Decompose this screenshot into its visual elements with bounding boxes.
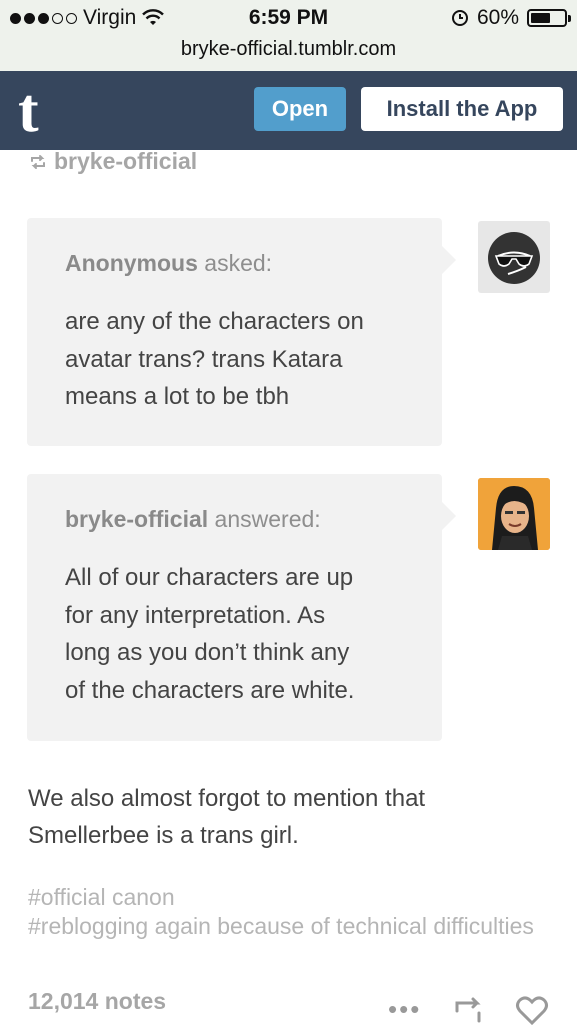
answer-line: All of our characters are up	[65, 564, 354, 591]
post-actions: •••	[388, 994, 549, 1025]
question-line: avatar trans? trans Katara	[65, 345, 343, 373]
battery-icon	[527, 9, 571, 27]
alarm-icon	[451, 10, 468, 26]
tumblr-logo-icon[interactable]: t	[18, 80, 62, 142]
asker-name: Anonymous	[65, 250, 198, 276]
install-app-button[interactable]: Install the App	[361, 87, 563, 131]
post-body-line: Smellerbee is a trans girl.	[28, 822, 299, 849]
answer-line: for any interpretation. As	[65, 601, 326, 629]
asker-verb: asked:	[204, 250, 273, 276]
post-body-line: We also almost forgot to mention that	[28, 785, 426, 812]
anonymous-avatar[interactable]	[478, 221, 550, 293]
answerer-verb: answered:	[214, 506, 321, 532]
heart-icon[interactable]	[515, 995, 549, 1025]
tumblr-header: t Open Install the App	[0, 71, 577, 150]
question-line: are any of the characters on	[65, 308, 364, 335]
status-bar: Virgin 6:59 PM 60% bryke-official.tumblr…	[0, 0, 577, 71]
portrait-icon	[478, 478, 550, 550]
reblog-source-name: bryke-official	[54, 148, 198, 174]
notes-count[interactable]: 12,014 notes	[28, 988, 166, 1015]
answer-line: long as you don’t think any	[65, 639, 350, 666]
answerer-line: bryke-official answered:	[65, 506, 412, 533]
battery-percent: 60%	[476, 6, 519, 29]
bryke-official-avatar[interactable]	[478, 478, 550, 550]
post-body: We also almost forgot to mention that Sm…	[28, 780, 548, 854]
question-text: are any of the characters on avatar tran…	[65, 303, 412, 416]
address-bar[interactable]: bryke-official.tumblr.com	[0, 38, 577, 61]
tag-link[interactable]: #official canon	[28, 883, 548, 912]
tag-link[interactable]: #reblogging again because of technical d…	[28, 912, 548, 941]
answerer-name: bryke-official	[65, 506, 209, 532]
status-right: 60%	[451, 6, 571, 30]
battery-level	[531, 13, 551, 23]
answer-bubble: bryke-official answered: All of our char…	[27, 474, 456, 741]
reblog-source[interactable]: bryke-official	[28, 148, 197, 175]
question-line: means a lot to be tbh	[65, 383, 290, 410]
reblog-icon	[31, 154, 45, 169]
anonymous-sunglasses-icon	[488, 232, 540, 284]
open-button[interactable]: Open	[254, 87, 346, 131]
asker-line: Anonymous asked:	[65, 250, 412, 277]
post-tags: #official canon #reblogging again becaus…	[28, 883, 548, 941]
question-bubble: Anonymous asked: are any of the characte…	[27, 218, 456, 446]
reblog-action-icon[interactable]	[451, 995, 485, 1025]
answer-text: All of our characters are up for any int…	[65, 559, 412, 709]
answer-line: of the characters are white.	[65, 676, 355, 704]
more-icon[interactable]: •••	[388, 994, 421, 1025]
